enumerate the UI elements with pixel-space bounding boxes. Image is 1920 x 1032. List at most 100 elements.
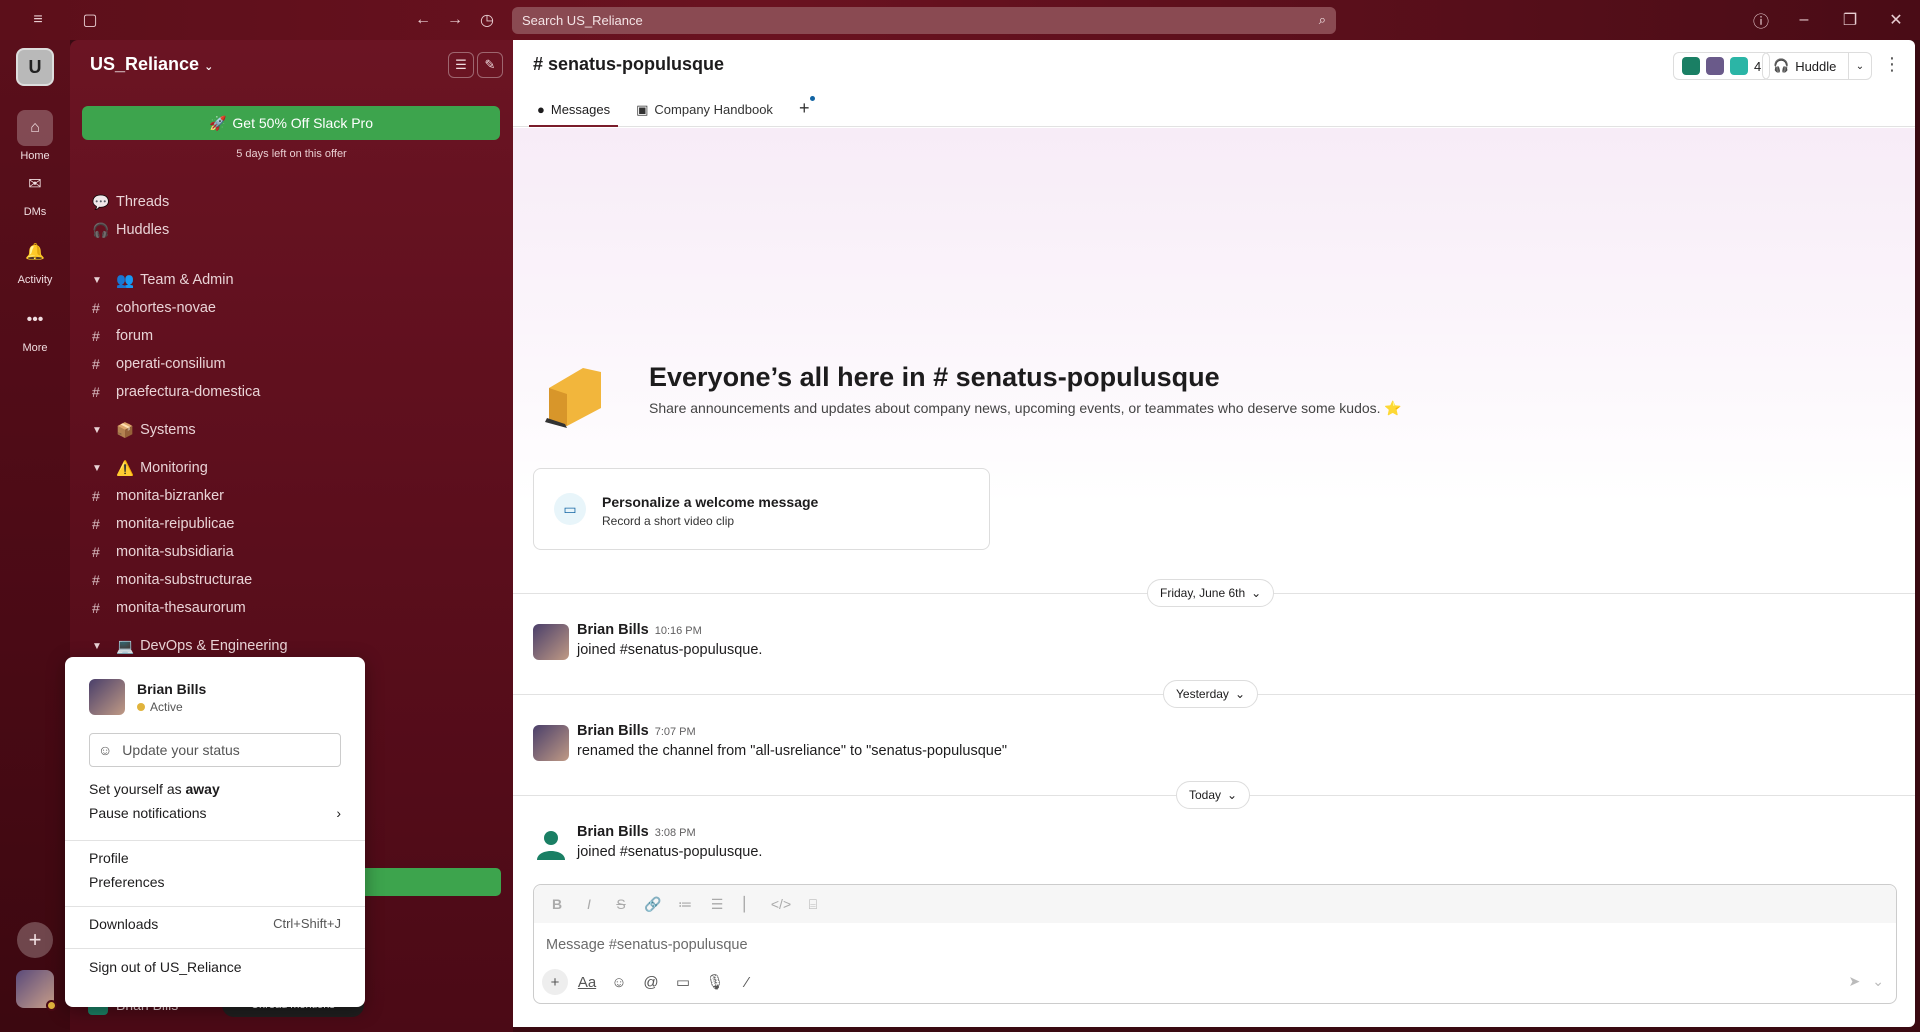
channel-item[interactable]: # monita-subsidiaria bbox=[92, 540, 234, 564]
microphone-icon[interactable]: 🎙 bbox=[702, 969, 728, 995]
tab-company-handbook[interactable]: ▣ Company Handbook bbox=[628, 96, 781, 127]
add-tab-button[interactable]: + bbox=[791, 96, 818, 127]
new-indicator-icon bbox=[810, 96, 816, 101]
help-icon[interactable]: ⓘ bbox=[1749, 8, 1773, 32]
preferences-item[interactable]: Preferences bbox=[89, 874, 341, 890]
pause-notifications-item[interactable]: Pause notifications › bbox=[89, 805, 341, 821]
bold-icon[interactable]: B bbox=[544, 896, 570, 912]
user-avatar[interactable] bbox=[16, 970, 57, 1011]
author-name: Brian Bills bbox=[577, 622, 649, 638]
channel-item[interactable]: # praefectura-domestica bbox=[92, 380, 260, 404]
send-icon[interactable]: ➤ bbox=[1849, 973, 1861, 990]
section-devops[interactable]: ▼ 💻 DevOps & Engineering bbox=[92, 634, 288, 658]
filter-icon[interactable]: ☰ bbox=[448, 52, 474, 78]
sidebar-item-huddles[interactable]: 🎧 Huddles bbox=[92, 218, 169, 242]
more-options-icon[interactable]: ⋮ bbox=[1883, 54, 1901, 75]
welcome-message-card[interactable]: ▭ Personalize a welcome message Record a… bbox=[533, 468, 990, 550]
update-status-input[interactable]: ☺ Update your status bbox=[89, 733, 341, 767]
set-away-item[interactable]: Set yourself as away bbox=[89, 781, 341, 797]
code-icon[interactable]: </> bbox=[768, 896, 794, 912]
minimize-icon[interactable]: – bbox=[1792, 8, 1816, 32]
channel-label: cohortes-novae bbox=[116, 300, 216, 316]
back-arrow-icon[interactable]: ← bbox=[411, 8, 435, 32]
emoji-icon[interactable]: ☺ bbox=[606, 969, 632, 995]
mention-icon[interactable]: @ bbox=[638, 969, 664, 995]
channel-item[interactable]: # monita-bizranker bbox=[92, 484, 224, 508]
section-team-admin[interactable]: ▼ 👥 Team & Admin bbox=[92, 268, 234, 292]
promo-bar[interactable] bbox=[350, 868, 501, 896]
channel-item[interactable]: # operati-consilium bbox=[92, 352, 226, 376]
promo-button[interactable]: 🚀 Get 50% Off Slack Pro bbox=[82, 106, 500, 140]
hash-icon: # bbox=[92, 516, 100, 532]
tab-messages[interactable]: ● Messages bbox=[529, 96, 619, 127]
chevron-down-icon[interactable]: ⌄ bbox=[1872, 973, 1884, 990]
video-icon[interactable]: ▭ bbox=[670, 969, 696, 995]
search-input[interactable]: Search US_Reliance ⌕ bbox=[512, 7, 1336, 34]
headphones-icon: 🎧 bbox=[92, 221, 110, 238]
text-format-icon[interactable]: Aa bbox=[574, 969, 600, 995]
workspace-name[interactable]: US_Reliance ⌄ bbox=[90, 54, 213, 75]
slash-command-icon[interactable]: ⁄ bbox=[734, 969, 760, 995]
member-count: 4 bbox=[1754, 58, 1762, 74]
message-input[interactable]: Message #senatus-populusque bbox=[546, 937, 748, 953]
rail-item-dms[interactable]: ✉ DMs bbox=[0, 166, 70, 218]
chevron-down-icon[interactable]: ⌄ bbox=[1849, 61, 1871, 72]
bulleted-list-icon[interactable]: ☰ bbox=[704, 896, 730, 913]
huddle-button[interactable]: 🎧 Huddle ⌄ bbox=[1762, 52, 1872, 80]
members-button[interactable]: 4 bbox=[1673, 52, 1771, 80]
channel-label: monita-bizranker bbox=[116, 488, 224, 504]
message-author[interactable]: Brian Bills 7:07 PM bbox=[577, 723, 696, 739]
workspace-avatar[interactable]: U bbox=[16, 48, 54, 86]
channel-item[interactable]: # monita-substructurae bbox=[92, 568, 252, 592]
menu-icon[interactable]: ≡ bbox=[26, 8, 50, 32]
channel-item[interactable]: # forum bbox=[92, 324, 153, 348]
message-composer[interactable]: B I S 🔗 ≔ ☰ ▏ </> ⌸ Message #senatus-pop… bbox=[533, 884, 1897, 1004]
attach-plus-icon[interactable]: + bbox=[542, 969, 568, 995]
rail-item-activity[interactable]: 🔔 Activity bbox=[0, 234, 70, 286]
italic-icon[interactable]: I bbox=[576, 896, 602, 912]
section-systems[interactable]: ▼ 📦 Systems bbox=[92, 418, 196, 442]
history-icon[interactable]: ◷ bbox=[475, 8, 499, 32]
message-time[interactable]: 10:16 PM bbox=[655, 625, 702, 637]
avatar[interactable] bbox=[533, 725, 569, 761]
channel-item[interactable]: # cohortes-novae bbox=[92, 296, 216, 320]
sidebar-item-threads[interactable]: 💬 Threads bbox=[92, 190, 169, 214]
rail-item-home[interactable]: ⌂ Home bbox=[0, 110, 70, 162]
message-author[interactable]: Brian Bills 10:16 PM bbox=[577, 622, 702, 638]
channel-item[interactable]: # monita-thesaurorum bbox=[92, 596, 246, 620]
messages-icon: ● bbox=[537, 102, 545, 117]
signout-label: Sign out of US_Reliance bbox=[89, 959, 242, 975]
channel-title-text: senatus-populusque bbox=[548, 54, 725, 74]
avatar[interactable] bbox=[533, 624, 569, 660]
downloads-item[interactable]: Downloads Ctrl+Shift+J bbox=[89, 916, 341, 932]
date-pill[interactable]: Today ⌄ bbox=[1176, 781, 1251, 809]
channel-item[interactable]: # monita-reipublicae bbox=[92, 512, 234, 536]
message-time[interactable]: 3:08 PM bbox=[655, 827, 696, 839]
member-avatar bbox=[1730, 57, 1748, 75]
huddle-label: Huddle bbox=[1795, 58, 1837, 74]
avatar[interactable] bbox=[533, 826, 569, 862]
restore-icon[interactable]: ❐ bbox=[1838, 8, 1862, 32]
code-block-icon[interactable]: ⌸ bbox=[800, 896, 826, 913]
rail-item-more[interactable]: ••• More bbox=[0, 302, 70, 354]
strikethrough-icon[interactable]: S bbox=[608, 896, 634, 912]
date-pill[interactable]: Yesterday ⌄ bbox=[1163, 680, 1258, 708]
message-author[interactable]: Brian Bills 3:08 PM bbox=[577, 824, 696, 840]
date-pill[interactable]: Friday, June 6th ⌄ bbox=[1147, 579, 1275, 607]
profile-item[interactable]: Profile bbox=[89, 850, 341, 866]
add-button[interactable]: + bbox=[17, 922, 53, 958]
status-input-placeholder: Update your status bbox=[122, 742, 240, 758]
sign-out-item[interactable]: Sign out of US_Reliance bbox=[89, 959, 341, 975]
channel-title[interactable]: # senatus-populusque bbox=[533, 54, 724, 75]
forward-arrow-icon[interactable]: → bbox=[443, 8, 467, 32]
close-icon[interactable]: ✕ bbox=[1884, 8, 1908, 32]
blockquote-icon[interactable]: ▏ bbox=[736, 896, 762, 913]
section-monitoring[interactable]: ▼ ⚠️ Monitoring bbox=[92, 456, 208, 480]
ordered-list-icon[interactable]: ≔ bbox=[672, 896, 698, 913]
message-text: joined #senatus-populusque. bbox=[577, 642, 763, 658]
channel-tabs: ● Messages ▣ Company Handbook + bbox=[529, 96, 817, 127]
link-icon[interactable]: 🔗 bbox=[640, 896, 666, 913]
sidebar-toggle-icon[interactable]: ▢ bbox=[78, 8, 102, 32]
compose-icon[interactable]: ✎ bbox=[477, 52, 503, 78]
message-time[interactable]: 7:07 PM bbox=[655, 726, 696, 738]
